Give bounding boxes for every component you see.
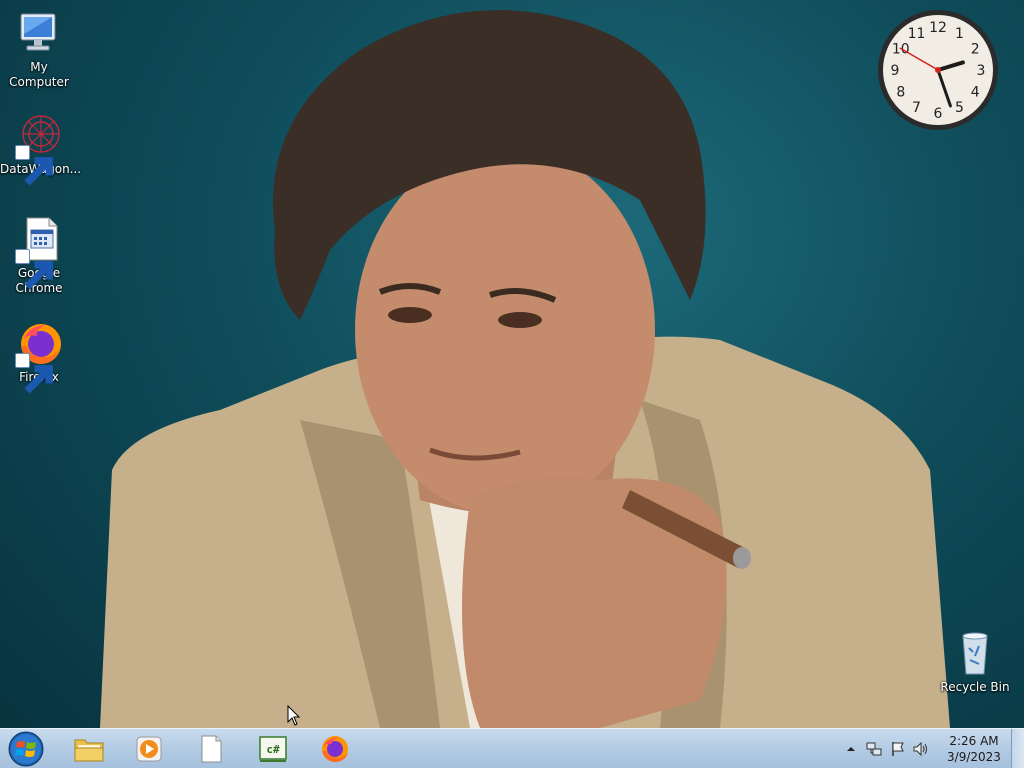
clock-numeral: 8: [896, 85, 905, 101]
clock-numeral: 4: [971, 85, 980, 101]
show-desktop-button[interactable]: [1011, 729, 1024, 768]
clock-numeral: 1: [955, 26, 964, 42]
desktop-wallpaper: [0, 0, 1024, 728]
taskbar-time: 2:26 AM: [949, 734, 999, 748]
datawagon-icon: [15, 112, 63, 186]
taskbar: c# 2:26 AM 3/9/2023: [0, 728, 1024, 768]
show-hidden-icons-chevron[interactable]: [843, 741, 859, 757]
desktop-icon-label: My Computer: [9, 60, 69, 89]
clock-numeral: 5: [955, 100, 964, 116]
desktop-icon-label: Recycle Bin: [940, 680, 1010, 694]
shortcut-arrow-icon: [15, 353, 53, 394]
shortcut-arrow-icon: [15, 249, 53, 290]
clock-numeral: 2: [971, 42, 980, 58]
clock-numeral: 10: [892, 42, 910, 58]
desktop-icon-recycle-bin[interactable]: Recycle Bin: [936, 630, 1014, 695]
desktop-icon-my-computer[interactable]: My Computer: [0, 10, 78, 90]
clock-numeral: 9: [891, 63, 900, 79]
action-center-flag-icon[interactable]: [890, 741, 906, 757]
clock-numeral: 7: [912, 100, 921, 116]
desktop-icon-datawagon[interactable]: DataWagon...: [0, 112, 81, 186]
clock-numeral: 11: [908, 26, 926, 42]
clock-gadget[interactable]: 1 2 3 4 5 6 7 8 9 10 11 12: [876, 8, 1000, 132]
shortcut-arrow-icon: [15, 145, 53, 186]
volume-icon[interactable]: [913, 741, 929, 757]
taskbar-date: 3/9/2023: [947, 750, 1001, 764]
network-icon[interactable]: [866, 741, 882, 757]
firefox-icon: [15, 320, 63, 394]
clock-numeral: 12: [929, 20, 947, 36]
clock-numeral: 6: [934, 106, 943, 122]
recycle-bin-icon: [951, 630, 999, 678]
desktop-icon-google-chrome[interactable]: Google Chrome: [0, 216, 78, 296]
wallpaper-portrait: [100, 10, 950, 728]
taskbar-clock[interactable]: 2:26 AM 3/9/2023: [935, 733, 1013, 765]
clock-numeral: 3: [977, 63, 986, 79]
computer-icon: [15, 10, 63, 58]
chrome-shortcut-icon: [15, 216, 63, 290]
system-tray: 2:26 AM 3/9/2023: [0, 729, 1024, 768]
mouse-cursor-icon: [287, 705, 301, 727]
desktop-icon-firefox[interactable]: Firefox: [0, 320, 78, 394]
